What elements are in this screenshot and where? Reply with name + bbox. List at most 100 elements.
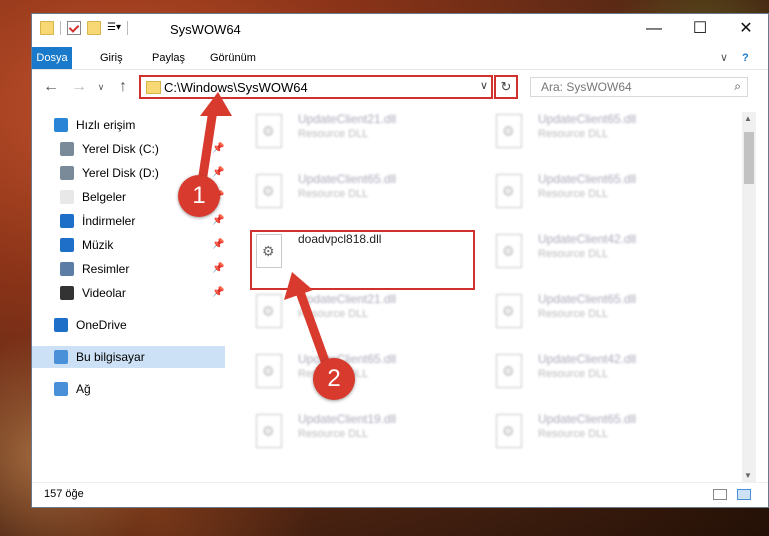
explorer-window: ☰▾ SysWOW64 — ☐ ✕ Dosya Giriş Paylaş Gör… (31, 13, 769, 508)
file-name: UpdateClient65.dll (538, 292, 637, 306)
vertical-scrollbar[interactable]: ▲ ▼ (742, 112, 756, 482)
sidebar-item[interactable]: Müzik 📌 (32, 234, 225, 256)
navigation-pane: Hızlı erişim Yerel Disk (C:) 📌 Yerel Disk (… (32, 114, 225, 474)
dll-file-icon (496, 354, 522, 388)
pin-icon[interactable]: 📌 (212, 138, 224, 160)
file-item[interactable]: UpdateClient42.dll Resource DLL (468, 352, 688, 408)
file-list: UpdateClient21.dllResource DLLUpdateClie… (228, 112, 741, 472)
file-description: Resource DLL (298, 188, 369, 200)
toolbar-separator (127, 21, 128, 35)
document-icon (60, 190, 74, 204)
dll-file-icon (496, 294, 522, 328)
dll-file-icon (496, 414, 522, 448)
sidebar-item[interactable]: Yerel Disk (C:) 📌 (32, 138, 225, 160)
sidebar-item-label: Yerel Disk (D:) (82, 166, 159, 180)
pin-icon[interactable]: 📌 (212, 258, 224, 280)
file-description: Resource DLL (538, 248, 609, 260)
customize-toolbar-icon[interactable]: ☰▾ (107, 21, 121, 35)
sidebar-item[interactable]: Bu bilgisayar (32, 346, 225, 368)
file-item[interactable]: UpdateClient21.dll Resource DLL (228, 292, 448, 348)
properties-icon[interactable] (67, 21, 81, 35)
scroll-down-icon[interactable]: ▼ (744, 471, 752, 480)
sidebar-item-label: Müzik (82, 238, 114, 252)
ribbon-tabs: Dosya Giriş Paylaş Görünüm ∨ ? (32, 47, 768, 70)
music-icon (60, 238, 74, 252)
file-item[interactable]: UpdateClient65.dll Resource DLL (228, 172, 448, 228)
file-name: UpdateClient42.dll (538, 232, 637, 246)
up-button[interactable]: ↑ (114, 78, 132, 96)
file-description: Resource DLL (538, 128, 609, 140)
pin-icon[interactable]: 📌 (212, 234, 224, 256)
file-description: Resource DLL (538, 428, 609, 440)
annotation-badge-1: 1 (178, 175, 220, 217)
computer-icon (54, 350, 68, 364)
file-name: UpdateClient65.dll (538, 112, 637, 126)
file-item[interactable]: UpdateClient42.dll Resource DLL (468, 232, 688, 288)
dll-file-icon (256, 414, 282, 448)
star-icon (54, 118, 68, 132)
new-folder-icon[interactable] (87, 21, 101, 35)
tab-giris[interactable]: Giriş (92, 47, 131, 69)
file-description: Resource DLL (538, 188, 609, 200)
file-item[interactable]: UpdateClient65.dll Resource DLL (468, 292, 688, 348)
file-item[interactable]: UpdateClient19.dll Resource DLL (228, 412, 448, 468)
sidebar-item[interactable]: Videolar 📌 (32, 282, 225, 304)
file-description: Resource DLL (298, 128, 369, 140)
sidebar-item[interactable]: Hızlı erişim (32, 114, 225, 136)
ribbon-expand-button[interactable]: ∨ (712, 47, 736, 69)
dll-file-icon (496, 114, 522, 148)
file-item[interactable]: UpdateClient65.dll Resource DLL (468, 172, 688, 228)
help-button[interactable]: ? (734, 47, 757, 69)
file-item[interactable]: UpdateClient65.dll Resource DLL (468, 112, 688, 168)
search-placeholder: Ara: SysWOW64 (541, 80, 632, 94)
address-dropdown-button[interactable]: ∨ (480, 79, 488, 92)
back-button[interactable]: ← (42, 78, 60, 96)
file-name: UpdateClient65.dll (538, 412, 637, 426)
dll-file-icon (496, 174, 522, 208)
file-description: Resource DLL (298, 308, 369, 320)
selected-file-highlight (250, 230, 475, 290)
close-button[interactable]: ✕ (723, 14, 768, 46)
annotation-badge-2: 2 (313, 358, 355, 400)
item-count: 157 öğe (44, 488, 84, 500)
file-description: Resource DLL (538, 368, 609, 380)
large-icons-view-icon[interactable] (737, 489, 751, 500)
tab-paylas[interactable]: Paylaş (144, 47, 193, 69)
pin-icon[interactable]: 📌 (212, 282, 224, 304)
dll-file-icon (496, 234, 522, 268)
pin-icon[interactable]: 📌 (212, 210, 224, 232)
drive-icon (60, 166, 74, 180)
sidebar-item-label: Hızlı erişim (76, 118, 136, 132)
scroll-up-icon[interactable]: ▲ (744, 114, 752, 123)
network-icon (54, 382, 68, 396)
folder-icon (146, 81, 161, 94)
folder-icon (40, 21, 54, 35)
minimize-button[interactable]: — (631, 14, 677, 46)
file-item[interactable]: UpdateClient21.dll Resource DLL (228, 112, 448, 168)
address-bar[interactable]: C:\Windows\SysWOW64 ∨ (139, 75, 493, 99)
search-icon: ⌕ (734, 79, 741, 93)
sidebar-item[interactable]: Ağ (32, 378, 225, 400)
sidebar-item-label: Ağ (76, 382, 91, 396)
tab-dosya[interactable]: Dosya (32, 47, 72, 69)
details-view-icon[interactable] (713, 489, 727, 500)
refresh-button[interactable]: ↻ (494, 75, 518, 99)
status-bar: 157 öğe (32, 482, 768, 507)
sidebar-item[interactable]: Resimler 📌 (32, 258, 225, 280)
sidebar-item-label: OneDrive (76, 318, 127, 332)
maximize-button[interactable]: ☐ (677, 14, 723, 46)
quick-access-toolbar: ☰▾ (40, 21, 128, 35)
scrollbar-thumb[interactable] (744, 132, 754, 184)
sidebar-item-label: Resimler (82, 262, 130, 276)
pictures-icon (60, 262, 74, 276)
forward-button[interactable]: → (70, 78, 88, 96)
dll-file-icon (256, 294, 282, 328)
sidebar-item[interactable]: OneDrive (32, 314, 225, 336)
download-icon (60, 214, 74, 228)
file-name: UpdateClient21.dll (298, 292, 397, 306)
recent-locations-button[interactable]: ∨ (92, 78, 110, 96)
file-item[interactable]: UpdateClient65.dll Resource DLL (468, 412, 688, 468)
tab-gorunum[interactable]: Görünüm (202, 47, 264, 69)
file-name: UpdateClient21.dll (298, 112, 397, 126)
search-input[interactable]: Ara: SysWOW64 ⌕ (530, 77, 748, 97)
